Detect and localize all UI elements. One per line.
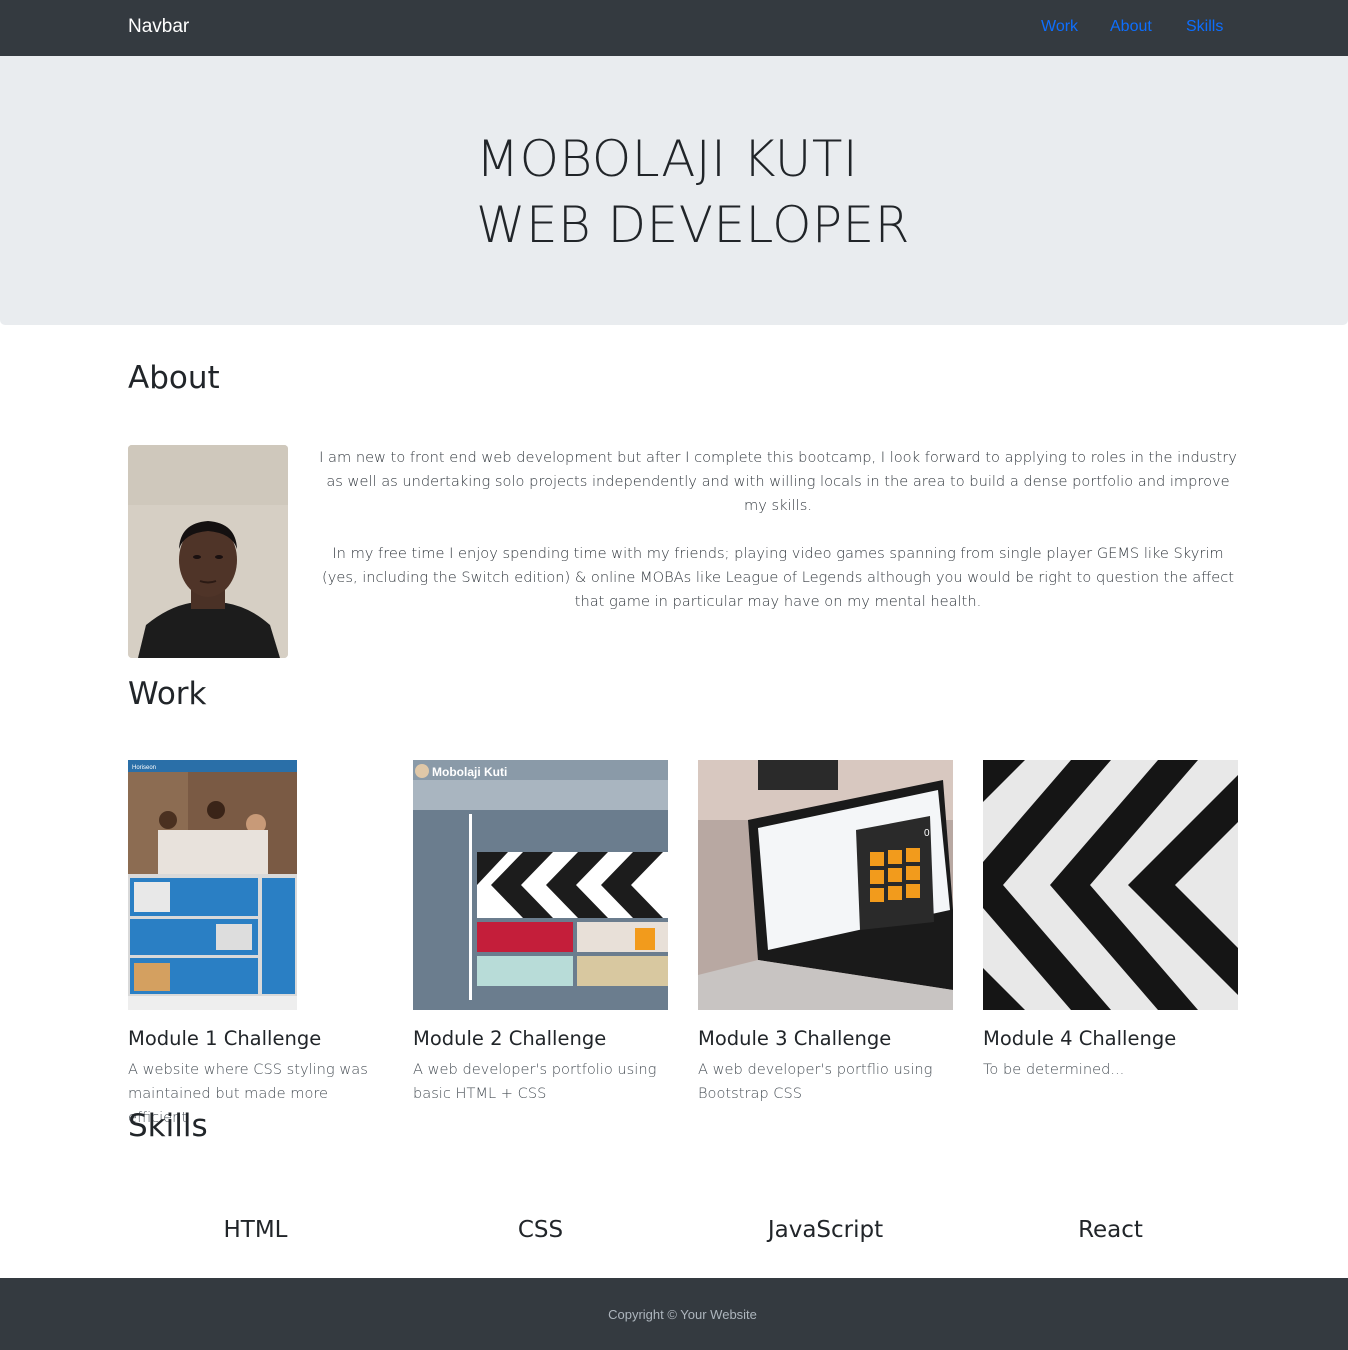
module-4-title: Module 4 Challenge — [983, 1027, 1177, 1050]
skill-javascript: JavaScript — [767, 1217, 884, 1243]
footer-copyright: Copyright © Your Website — [608, 1307, 757, 1322]
skill-react: React — [1078, 1217, 1143, 1243]
module-1-thumb-label: Horiseon — [132, 765, 156, 771]
nav-link-skills[interactable]: Skills — [1186, 18, 1223, 36]
work-card-module-4[interactable]: Module 4 Challenge To be determined... — [983, 760, 1238, 1082]
module-2-description: A web developer's portfolio using basic … — [413, 1061, 657, 1102]
navbar-brand[interactable]: Navbar — [128, 16, 189, 38]
hero-title: MOBOLAJI KUTI WEB DEVELOPER — [476, 126, 910, 258]
module-1-thumbnail[interactable]: Horiseon — [128, 760, 383, 1010]
module-2-thumbnail[interactable]: Mobolaji Kuti — [413, 760, 668, 1010]
skill-html: HTML — [223, 1217, 288, 1243]
skills-heading: Skills — [128, 1108, 208, 1144]
hero-banner: MOBOLAJI KUTI WEB DEVELOPER — [0, 56, 1348, 325]
work-heading: Work — [128, 676, 207, 712]
module-3-thumbnail[interactable]: 0 — [698, 760, 953, 1010]
footer: Copyright © Your Website — [0, 1278, 1348, 1350]
hero-name: MOBOLAJI KUTI — [476, 130, 859, 188]
work-card-module-1[interactable]: Horiseon Module 1 Challenge A website wh… — [128, 760, 383, 1130]
about-heading: About — [128, 360, 220, 396]
about-paragraph-2: In my free time I enjoy spending time wi… — [322, 545, 1234, 610]
navbar: Navbar Work About Skills — [0, 0, 1348, 56]
about-paragraph-1: I am new to front end web development bu… — [319, 449, 1237, 514]
module-2-thumb-label: Mobolaji Kuti — [432, 765, 507, 779]
work-card-module-2[interactable]: Mobolaji Kuti Module 2 Challenge A web d… — [413, 760, 668, 1106]
module-2-title: Module 2 Challenge — [413, 1027, 607, 1050]
module-3-title: Module 3 Challenge — [698, 1027, 892, 1050]
about-text: I am new to front end web development bu… — [318, 446, 1238, 638]
skill-css: CSS — [517, 1217, 564, 1243]
nav-link-about[interactable]: About — [1110, 18, 1152, 36]
work-card-module-3[interactable]: 0 Module 3 Challenge A web developer's p… — [698, 760, 953, 1106]
module-3-description: A web developer's portflio using Bootstr… — [698, 1061, 933, 1102]
module-4-thumbnail[interactable] — [983, 760, 1238, 1010]
module-3-thumb-label: 0 — [924, 828, 930, 839]
module-4-description: To be determined... — [983, 1061, 1125, 1078]
module-1-title: Module 1 Challenge — [128, 1027, 322, 1050]
hero-role: WEB DEVELOPER — [476, 196, 910, 254]
profile-photo — [128, 445, 288, 658]
nav-link-work[interactable]: Work — [1041, 18, 1078, 36]
